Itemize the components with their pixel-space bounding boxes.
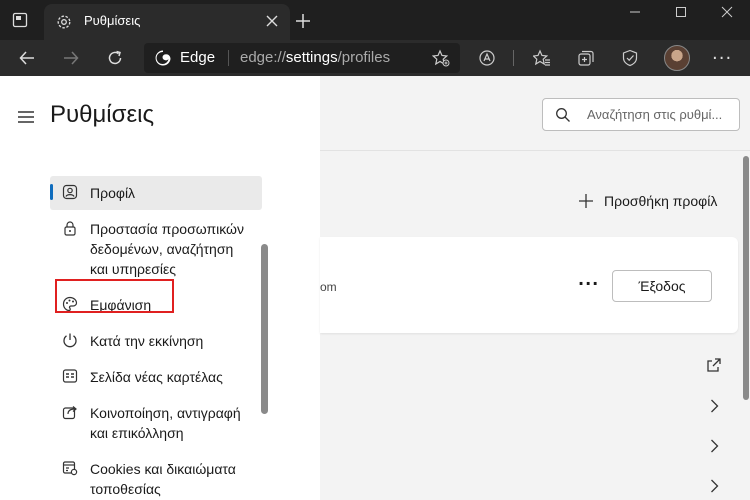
share-icon [62,406,77,420]
sidebar-item-privacy[interactable]: Προστασία προσωπικών δεδομένων, αναζήτησ… [50,212,262,286]
tab-title: Ρυθμίσεις [84,13,141,28]
power-icon [63,333,77,348]
title-bar: Ρυθμίσεις [0,0,750,40]
lock-icon [64,221,76,236]
sidebar-item-label: Κατά την εκκίνηση [90,333,204,349]
sidebar-item-label: Προστασία προσωπικών δεδομένων, αναζήτησ… [90,221,244,277]
search-input[interactable]: Αναζήτηση στις ρυθμί... [587,107,735,122]
search-icon [556,108,570,122]
chevron-right-icon[interactable] [706,438,722,454]
back-icon[interactable] [18,49,36,67]
cookies-icon [62,461,78,476]
sidebar-item-label: Cookies και δικαιώματα τοποθεσίας [90,461,236,497]
sign-out-button[interactable]: Έξοδος [612,270,712,302]
content-scrollbar-thumb[interactable] [743,156,749,400]
favorites-icon[interactable] [533,49,551,67]
url-text[interactable]: edge://settings/profiles [240,49,390,66]
chevron-right-icon[interactable] [706,478,722,494]
close-icon[interactable] [264,13,280,29]
sidebar-item-cookies[interactable]: Cookies και δικαιώματα τοποθεσίας [50,452,262,500]
add-favorite-icon[interactable] [432,49,450,67]
browser-essentials-icon[interactable] [621,49,639,67]
settings-search[interactable]: Αναζήτηση στις ρυθμί... [542,98,740,131]
profile-card: om ··· Έξοδος [320,237,738,333]
sidebar-item-share-copy-paste[interactable]: Κοινοποίηση, αντιγραφή και επικόλληση [50,396,262,450]
chevron-right-icon[interactable] [706,398,722,414]
minimize-icon[interactable] [626,4,644,20]
new-tab-icon[interactable] [294,12,312,30]
add-profile-label: Προσθήκη προφίλ [604,193,718,209]
profile-email: om [320,280,337,294]
forward-icon[interactable] [62,49,80,67]
toolbar: Edge edge://settings/profiles ··· [0,40,750,76]
sidebar-item-label: Προφίλ [90,185,136,201]
sidebar-item-on-startup[interactable]: Κατά την εκκίνηση [50,324,262,358]
sidebar-item-label: Κοινοποίηση, αντιγραφή και επικόλληση [90,405,241,441]
sidebar-item-profiles[interactable]: Προφίλ [50,176,262,210]
content-scrollbar[interactable] [742,152,750,500]
sidebar-item-label: Σελίδα νέας καρτέλας [90,369,223,385]
maximize-icon[interactable] [672,4,690,20]
window-close-icon[interactable] [718,4,736,20]
more-menu-icon[interactable]: ··· [712,48,732,69]
edge-logo-icon [155,50,171,66]
profile-more-icon[interactable]: ··· [578,274,599,293]
tab-actions-icon[interactable] [12,12,28,28]
toolbar-separator [513,50,514,66]
refresh-icon[interactable] [106,49,124,67]
newtab-page-icon [62,369,78,383]
plus-icon [579,194,593,208]
address-bar[interactable]: Edge edge://settings/profiles [144,43,460,73]
menu-icon[interactable] [18,110,34,124]
profile-icon [62,184,78,200]
collections-icon[interactable] [577,49,595,67]
avatar[interactable] [664,45,690,71]
read-aloud-icon[interactable] [478,49,496,67]
content-divider [320,150,750,151]
gear-icon [57,15,71,29]
external-link-icon[interactable] [706,357,722,373]
add-profile-button[interactable]: Προσθήκη προφίλ [578,193,717,209]
page-title: Ρυθμίσεις [50,101,155,128]
address-separator [228,50,229,66]
appearance-highlight-box [55,279,174,313]
sidebar-item-new-tab-page[interactable]: Σελίδα νέας καρτέλας [50,360,262,394]
edge-brand-label: Edge [180,49,216,66]
settings-nav: Προφίλ Προστασία προσωπικών δεδομένων, α… [50,176,262,500]
sidebar-scrollbar[interactable] [261,244,268,414]
tab-settings[interactable]: Ρυθμίσεις [44,4,290,40]
